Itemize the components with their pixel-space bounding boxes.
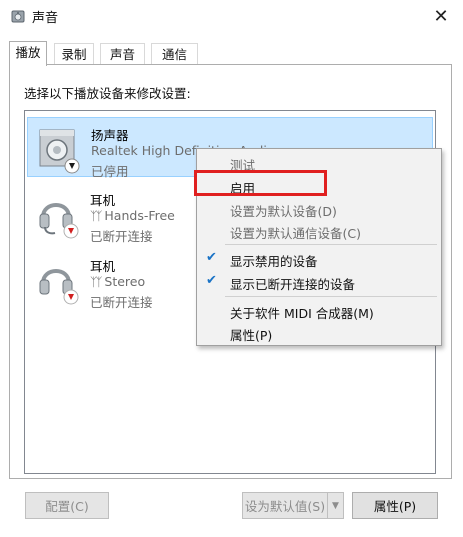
sound-dialog: 声音 ✕ 播放 录制 声音 通信 选择以下播放设备来修改设置: 扬声器 Real… [0, 0, 463, 537]
chevron-down-icon: ▼ [332, 500, 339, 511]
menu-separator [225, 244, 437, 245]
highlight-annotation-box [194, 170, 327, 196]
set-default-button[interactable]: 设为默认值(S) [242, 492, 328, 519]
properties-button[interactable]: 属性(P) [352, 492, 438, 519]
menu-separator [225, 296, 437, 297]
menu-item-set-default[interactable]: 设置为默认设备(D) [230, 201, 337, 220]
menu-item-show-disconnected[interactable]: 显示已断开连接的设备 [230, 274, 355, 293]
checkmark-icon: ✔ [206, 273, 217, 288]
headset-icon [39, 203, 79, 239]
device-status: 已停用 [91, 164, 129, 179]
menu-item-properties[interactable]: 属性(P) [230, 325, 272, 344]
speaker-app-icon [11, 10, 25, 23]
bluetooth-icon: ᛉᛉ [90, 209, 102, 223]
device-description: ᛉᛉ Stereo [90, 274, 146, 289]
menu-item-set-default-comm[interactable]: 设置为默认通信设备(C) [230, 223, 361, 242]
configure-button[interactable]: 配置(C) [25, 492, 109, 519]
device-name: 耳机 [90, 193, 116, 208]
device-name: 耳机 [90, 259, 116, 274]
close-icon: ✕ [433, 6, 449, 27]
tab-recording[interactable]: 录制 [54, 43, 94, 65]
device-description: ᛉᛉ Hands-Free [90, 208, 175, 223]
close-button[interactable]: ✕ [419, 0, 463, 33]
speaker-icon [39, 129, 80, 174]
tab-sounds[interactable]: 声音 [100, 43, 145, 65]
checkmark-icon: ✔ [206, 250, 217, 265]
device-status: 已断开连接 [90, 229, 153, 244]
menu-item-show-disabled[interactable]: 显示禁用的设备 [230, 251, 318, 270]
tab-playback[interactable]: 播放 [9, 41, 47, 66]
headphones-icon [39, 269, 79, 305]
bluetooth-icon: ᛉᛉ [90, 275, 102, 289]
set-default-dropdown-arrow[interactable]: ▼ [327, 492, 344, 519]
title-bar: 声音 ✕ [0, 0, 463, 33]
tab-communications[interactable]: 通信 [151, 43, 198, 65]
device-name: 扬声器 [91, 128, 129, 143]
device-status: 已断开连接 [90, 295, 153, 310]
window-title: 声音 [32, 11, 59, 26]
instruction-text: 选择以下播放设备来修改设置: [24, 86, 191, 101]
menu-item-about-midi[interactable]: 关于软件 MIDI 合成器(M) [230, 303, 374, 322]
